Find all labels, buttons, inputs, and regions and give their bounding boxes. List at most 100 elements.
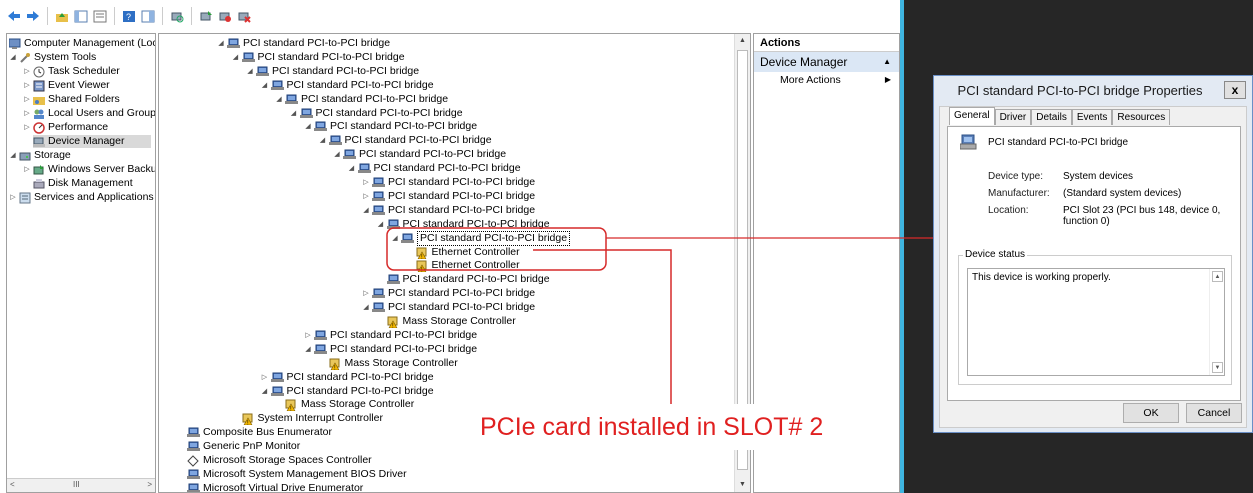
expand-arrow-icon[interactable]: ▷ bbox=[23, 79, 31, 92]
update-driver-icon[interactable] bbox=[198, 8, 214, 24]
collapse-arrow-icon[interactable]: ◢ bbox=[9, 149, 17, 162]
device-tree-item[interactable]: PCI standard PCI-to-PCI bridge bbox=[377, 273, 550, 286]
tree-item-shared-folders[interactable]: ▷ Shared Folders bbox=[23, 93, 120, 106]
tree-item-task-scheduler[interactable]: ▷ Task Scheduler bbox=[23, 65, 120, 78]
collapse-arrow-icon[interactable]: ◢ bbox=[304, 120, 312, 133]
device-tree-item[interactable]: ▷ PCI standard PCI-to-PCI bridge bbox=[362, 176, 535, 189]
collapse-arrow-icon[interactable]: ◢ bbox=[391, 232, 399, 245]
actions-section-device-manager[interactable]: Device Manager ▲ bbox=[754, 52, 899, 72]
expand-arrow-icon[interactable]: ▷ bbox=[23, 163, 31, 176]
device-tree-item[interactable]: ◢ PCI standard PCI-to-PCI bridge bbox=[319, 134, 492, 147]
device-tree-item[interactable]: ◢ PCI standard PCI-to-PCI bridge bbox=[261, 79, 434, 92]
device-tree-item[interactable]: ◢ PCI standard PCI-to-PCI bridge bbox=[333, 148, 506, 161]
scan-hardware-icon[interactable] bbox=[169, 8, 185, 24]
device-tree-item[interactable]: ◢ PCI standard PCI-to-PCI bridge bbox=[348, 162, 521, 175]
device-tree-item-warning[interactable]: ! Ethernet Controller bbox=[406, 246, 520, 260]
collapse-arrow-icon[interactable]: ◢ bbox=[290, 107, 298, 120]
device-tree-item[interactable]: ◢ PCI standard PCI-to-PCI bridge bbox=[290, 107, 463, 120]
help-icon[interactable]: ? bbox=[121, 8, 137, 24]
device-tree-item[interactable]: ▷ PCI standard PCI-to-PCI bridge bbox=[362, 190, 535, 203]
tree-item-computer-management[interactable]: Computer Management (Local bbox=[8, 37, 155, 50]
uninstall-device-icon[interactable] bbox=[236, 8, 252, 24]
tree-item-event-viewer[interactable]: ▷ Event Viewer bbox=[23, 79, 110, 92]
tab-resources[interactable]: Resources bbox=[1112, 109, 1171, 125]
tree-item-disk-management[interactable]: Disk Management bbox=[33, 177, 133, 190]
tree-item-storage[interactable]: ◢ Storage bbox=[9, 149, 70, 162]
ok-button[interactable]: OK bbox=[1123, 403, 1179, 423]
device-tree-item[interactable]: ▷ PCI standard PCI-to-PCI bridge bbox=[261, 371, 434, 384]
expand-arrow-icon[interactable]: ▷ bbox=[23, 93, 31, 106]
expand-arrow-icon[interactable]: ▷ bbox=[23, 107, 31, 120]
show-action-pane-icon[interactable] bbox=[140, 8, 156, 24]
device-tree-item[interactable]: ◢ PCI standard PCI-to-PCI bridge bbox=[362, 204, 535, 217]
horizontal-scrollbar[interactable]: < III > bbox=[7, 478, 155, 492]
scroll-down-icon[interactable]: ▼ bbox=[735, 478, 750, 492]
expand-arrow-icon[interactable]: ▷ bbox=[261, 371, 269, 384]
expand-arrow-icon[interactable]: ▷ bbox=[9, 191, 17, 204]
forward-arrow-icon[interactable] bbox=[25, 8, 41, 24]
collapse-arrow-icon[interactable]: ◢ bbox=[362, 301, 370, 314]
scroll-up-icon[interactable]: ▲ bbox=[735, 34, 750, 48]
collapse-arrow-icon[interactable]: ◢ bbox=[261, 79, 269, 92]
tree-item-device-manager[interactable]: Device Manager bbox=[33, 135, 151, 148]
collapse-section-icon[interactable]: ▲ bbox=[883, 52, 891, 72]
collapse-arrow-icon[interactable]: ◢ bbox=[232, 51, 240, 64]
tree-item-services-applications[interactable]: ▷ Services and Applications bbox=[9, 191, 154, 204]
tree-item-windows-server-backup[interactable]: ▷ Windows Server Backup bbox=[23, 163, 155, 176]
scroll-up-icon[interactable]: ▲ bbox=[1212, 271, 1223, 282]
device-tree-item[interactable]: ◢ PCI standard PCI-to-PCI bridge bbox=[377, 218, 550, 231]
collapse-arrow-icon[interactable]: ◢ bbox=[319, 134, 327, 147]
scroll-down-icon[interactable]: ▼ bbox=[1212, 362, 1223, 373]
collapse-arrow-icon[interactable]: ◢ bbox=[246, 65, 254, 78]
expand-arrow-icon[interactable]: ▷ bbox=[304, 329, 312, 342]
collapse-arrow-icon[interactable]: ◢ bbox=[304, 343, 312, 356]
collapse-arrow-icon[interactable]: ◢ bbox=[333, 148, 341, 161]
tab-general[interactable]: General bbox=[949, 107, 995, 125]
collapse-arrow-icon[interactable]: ◢ bbox=[377, 218, 385, 231]
device-tree-item[interactable]: ◢ PCI standard PCI-to-PCI bridge bbox=[362, 301, 535, 314]
cancel-button[interactable]: Cancel bbox=[1186, 403, 1242, 423]
scroll-left-icon[interactable]: < bbox=[10, 480, 15, 489]
collapse-arrow-icon[interactable]: ◢ bbox=[261, 385, 269, 398]
collapse-arrow-icon[interactable]: ◢ bbox=[348, 162, 356, 175]
collapse-arrow-icon[interactable]: ◢ bbox=[362, 204, 370, 217]
up-folder-icon[interactable] bbox=[54, 8, 70, 24]
device-tree-item[interactable]: ▷ PCI standard PCI-to-PCI bridge bbox=[304, 329, 477, 342]
collapse-arrow-icon[interactable]: ◢ bbox=[275, 93, 283, 106]
back-arrow-icon[interactable] bbox=[6, 8, 22, 24]
device-tree-item-warning[interactable]: ! Mass Storage Controller bbox=[319, 357, 458, 371]
scroll-thumb-grip[interactable]: III bbox=[73, 480, 80, 489]
device-status-textbox[interactable]: This device is working properly. ▲ ▼ bbox=[967, 268, 1225, 376]
more-actions-item[interactable]: More Actions ▶ bbox=[754, 72, 899, 88]
expand-arrow-icon[interactable]: ▷ bbox=[23, 65, 31, 78]
scroll-right-icon[interactable]: > bbox=[147, 480, 152, 489]
device-tree-item[interactable]: ◢ PCI standard PCI-to-PCI bridge bbox=[232, 51, 405, 64]
device-tree-item[interactable]: Microsoft System Management BIOS Driver bbox=[187, 468, 407, 481]
close-button[interactable]: x bbox=[1224, 81, 1246, 99]
device-tree-item[interactable]: ◢ PCI standard PCI-to-PCI bridge bbox=[304, 120, 477, 133]
expand-arrow-icon[interactable]: ▷ bbox=[23, 121, 31, 134]
device-tree-item[interactable]: Composite Bus Enumerator bbox=[187, 426, 332, 439]
device-tree-item-warning[interactable]: ! Mass Storage Controller bbox=[377, 315, 516, 330]
tree-item-performance[interactable]: ▷ Performance bbox=[23, 121, 108, 134]
disable-device-icon[interactable] bbox=[217, 8, 233, 24]
device-tree-item[interactable]: ▷ PCI standard PCI-to-PCI bridge bbox=[362, 287, 535, 300]
expand-arrow-icon[interactable]: ▷ bbox=[362, 287, 370, 300]
tab-driver[interactable]: Driver bbox=[994, 109, 1032, 125]
properties-icon[interactable] bbox=[92, 8, 108, 24]
collapse-arrow-icon[interactable]: ◢ bbox=[9, 51, 17, 64]
device-tree-item-warning[interactable]: ! Mass Storage Controller bbox=[275, 398, 414, 413]
device-tree-item[interactable]: ◢ PCI standard PCI-to-PCI bridge bbox=[304, 343, 477, 356]
device-tree-item[interactable]: ◢ PCI standard PCI-to-PCI bridge bbox=[275, 93, 448, 106]
device-tree-item[interactable]: Generic PnP Monitor bbox=[187, 440, 300, 453]
collapse-arrow-icon[interactable]: ◢ bbox=[217, 37, 225, 50]
device-tree-item[interactable]: ◢ PCI standard PCI-to-PCI bridge bbox=[261, 385, 434, 398]
tab-details[interactable]: Details bbox=[1031, 109, 1072, 125]
tree-item-local-users-groups[interactable]: ▷ Local Users and Groups bbox=[23, 107, 155, 120]
device-tree-item[interactable]: Microsoft Storage Spaces Controller bbox=[187, 454, 372, 467]
expand-arrow-icon[interactable]: ▷ bbox=[362, 190, 370, 203]
tree-item-system-tools[interactable]: ◢ System Tools bbox=[9, 51, 96, 64]
tab-events[interactable]: Events bbox=[1071, 109, 1113, 125]
device-tree-item[interactable]: Microsoft Virtual Drive Enumerator bbox=[187, 482, 363, 492]
device-tree-item[interactable]: ◢ PCI standard PCI-to-PCI bridge bbox=[246, 65, 419, 78]
